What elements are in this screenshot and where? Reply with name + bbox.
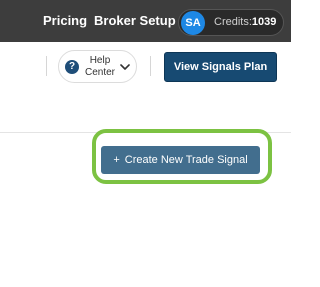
chevron-down-icon — [120, 64, 130, 70]
help-center-label: Help Center — [83, 55, 117, 79]
nav-link-pricing[interactable]: Pricing — [43, 13, 87, 28]
nav-link-broker-setup[interactable]: Broker Setup — [94, 13, 176, 28]
help-label-line1: Help — [89, 55, 111, 66]
account-credits-pill[interactable]: SA Credits:1039 — [178, 9, 284, 36]
view-signals-plan-button[interactable]: View Signals Plan — [164, 52, 277, 82]
help-icon: ? — [65, 60, 79, 74]
plus-icon: + — [113, 154, 120, 166]
help-label-line2: Center — [84, 67, 115, 78]
toolbar-divider — [150, 56, 151, 76]
help-center-button[interactable]: ? Help Center — [58, 50, 137, 83]
toolbar-divider — [46, 56, 47, 76]
credits-value: 1039 — [251, 16, 277, 28]
create-new-trade-signal-button[interactable]: + Create New Trade Signal — [101, 146, 260, 174]
top-navigation-bar: Pricing Broker Setup SA Credits:1039 — [0, 0, 291, 42]
credits-label: Credits: — [214, 16, 252, 28]
create-button-label: Create New Trade Signal — [124, 154, 248, 166]
avatar[interactable]: SA — [181, 11, 205, 35]
credits-display: Credits:1039 — [214, 16, 276, 28]
